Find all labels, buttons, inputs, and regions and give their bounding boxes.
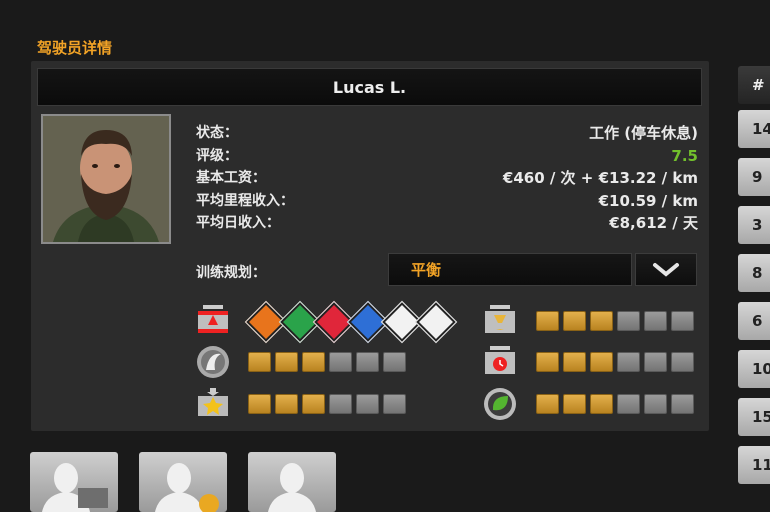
stat-values: 工作 (停车休息) 7.5 €460 / 次 + €13.22 / km €10… [430,122,698,235]
skill-level-segment [671,394,694,414]
skill-level-segment [329,352,352,372]
high-value-cargo-icon [198,388,228,416]
ecodriving-level-bar [536,394,694,414]
skill-level-segment [563,352,586,372]
training-plan-select[interactable]: 平衡 [388,253,632,286]
stat-labels: 状态： 评级： 基本工资： 平均里程收入： 平均日收入： [196,122,356,235]
right-list-item[interactable]: 15 [738,398,770,436]
skill-level-segment [617,394,640,414]
driver-name: Lucas L. [332,77,407,97]
long-distance-icon [197,346,229,378]
driver-silhouette-icon [155,463,219,512]
skill-level-segment [536,352,559,372]
skill-level-segment [383,352,406,372]
skill-level-segment [275,394,298,414]
skill-level-segment [644,352,667,372]
right-list-header[interactable]: # [738,66,770,104]
training-plan-value: 平衡 [411,261,442,279]
right-list-item[interactable]: 14 [738,110,770,148]
base-salary-label: 基本工资： [196,170,266,186]
driver-silhouette-icon [268,463,316,512]
fragile-cargo-icon [485,305,515,333]
skill-level-segment [302,394,325,414]
skill-level-segment [644,311,667,331]
skill-level-segment [248,352,271,372]
right-list-item[interactable]: 10 [738,350,770,388]
skill-level-segment [590,311,613,331]
skill-level-segment [563,394,586,414]
avg-distance-income-label: 平均里程收入： [196,192,294,209]
just-in-time-icon [485,346,515,374]
skill-level-segment [329,394,352,414]
driver-portrait [41,114,171,244]
right-list-item[interactable]: 11 [738,446,770,484]
long-distance-level-bar [248,352,406,372]
skill-level-segment [590,352,613,372]
driver-card[interactable] [139,452,227,512]
status-value: 工作 (停车休息) [589,124,698,142]
training-plan-dropdown-button[interactable] [635,253,697,286]
right-list-header-label: # [752,76,765,94]
avg-distance-income-value: €10.59 / km [598,191,698,210]
avg-daily-income-label: 平均日收入： [196,215,280,231]
skill-level-segment [383,394,406,414]
skill-level-segment [671,352,694,372]
chevron-down-icon [653,262,679,277]
avg-daily-income-value: €8,612 / 天 [609,214,698,232]
high-value-cargo-level-bar [248,394,406,414]
skill-level-segment [356,352,379,372]
driver-card[interactable] [248,452,336,512]
section-title: 驾驶员详情 [37,39,113,57]
skill-level-segment [536,311,559,331]
right-list-item[interactable]: 9 [738,158,770,196]
training-plan-label: 训练规划： [196,265,266,281]
rating-label: 评级： [196,147,238,164]
skill-level-segment [644,394,667,414]
skill-level-segment [536,394,559,414]
driver-name-bar: Lucas L. [37,68,702,106]
rating-value: 7.5 [671,146,698,165]
skill-level-segment [356,394,379,414]
skill-level-segment [248,394,271,414]
right-list-item[interactable]: 6 [738,302,770,340]
skill-level-segment [590,394,613,414]
skill-level-segment [275,352,298,372]
base-salary-value: €460 / 次 + €13.22 / km [502,169,698,187]
driver-card[interactable] [30,452,118,512]
ecodriving-icon [484,388,516,420]
skill-level-segment [617,352,640,372]
right-list-item[interactable]: 8 [738,254,770,292]
adr-skill-icon [198,305,228,333]
skill-level-segment [563,311,586,331]
right-list-item[interactable]: 3 [738,206,770,244]
status-label: 状态： [196,125,238,141]
driver-silhouette-icon [42,463,108,512]
just-in-time-level-bar [536,352,694,372]
driver-portrait-image [43,116,169,242]
skill-level-segment [302,352,325,372]
skill-level-segment [671,311,694,331]
fragile-cargo-level-bar [536,311,694,331]
skill-level-segment [617,311,640,331]
